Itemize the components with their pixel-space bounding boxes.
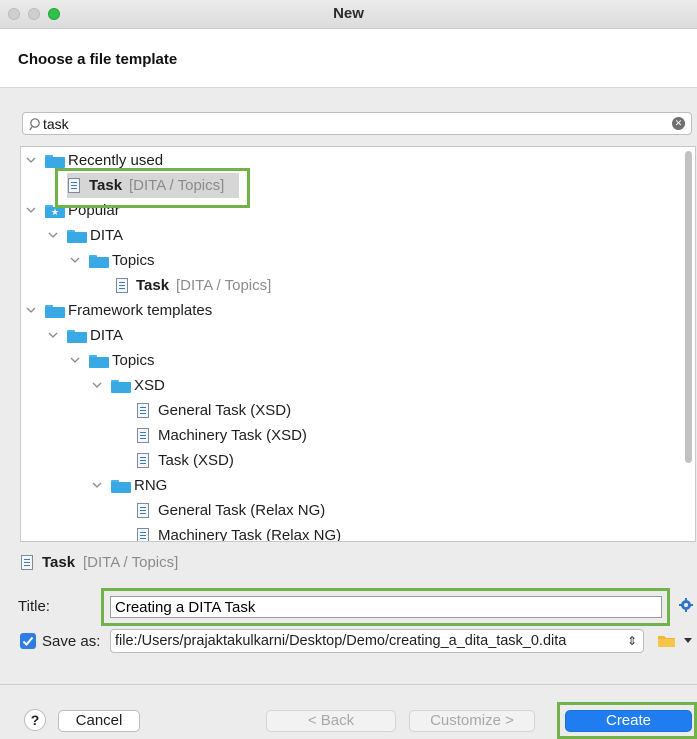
tree-node-xsd[interactable]: XSD [21, 373, 661, 398]
folder-icon [89, 355, 109, 368]
tree-item-name: Task (XSD) [158, 452, 234, 469]
tree-node-label: RNG [134, 477, 168, 494]
folder-icon [89, 255, 109, 268]
tree-item-general-task-rng[interactable]: General Task (Relax NG) [21, 498, 661, 523]
tree-item-name: Machinery Task (XSD) [158, 427, 307, 444]
tree-node-label: DITA [90, 327, 124, 344]
tree-scrollbar[interactable] [685, 151, 692, 463]
search-input[interactable] [43, 114, 663, 133]
save-as-path: file:/Users/prajaktakulkarni/Desktop/Dem… [115, 633, 567, 649]
gear-icon[interactable] [678, 597, 694, 613]
template-file-icon [116, 278, 128, 293]
tree-item-name: Machinery Task (Relax NG) [158, 527, 342, 542]
window-titlebar: New [0, 0, 697, 29]
cancel-button[interactable]: Cancel [58, 710, 140, 732]
chevron-down-icon[interactable] [25, 198, 37, 223]
help-button[interactable]: ? [24, 709, 46, 731]
chevron-down-icon[interactable] [91, 373, 103, 398]
folder-icon [67, 230, 87, 243]
folder-icon [111, 480, 131, 493]
folder-icon [45, 305, 65, 318]
search-icon [29, 118, 40, 131]
tree-node-label: XSD [134, 377, 165, 394]
button-bar-divider [0, 684, 697, 685]
chevron-down-icon[interactable] [47, 223, 59, 248]
template-file-icon [137, 503, 149, 518]
chevron-down-icon[interactable] [69, 248, 81, 273]
dialog-heading: Choose a file template [18, 51, 178, 68]
save-as-label: Save as: [42, 633, 101, 650]
tree-item-name: General Task (Relax NG) [158, 502, 326, 519]
tree-item-machinery-task-rng[interactable]: Machinery Task (Relax NG) [21, 523, 661, 542]
tree-node-label: Framework templates [68, 302, 213, 319]
tree-item-task-popular[interactable]: Task [DITA / Topics] [21, 273, 661, 298]
window-title: New [333, 5, 364, 22]
tree-node-rng[interactable]: RNG [21, 473, 661, 498]
chevron-down-icon[interactable] [25, 298, 37, 323]
tree-item-name: General Task (XSD) [158, 402, 292, 419]
tree-node-framework-topics[interactable]: Topics [21, 348, 661, 373]
tree-node-label: DITA [90, 227, 124, 244]
template-file-icon [21, 555, 33, 570]
tree-item-machinery-task-xsd[interactable]: Machinery Task (XSD) [21, 423, 661, 448]
highlight-box [55, 168, 250, 208]
customize-button[interactable]: Customize > [409, 710, 535, 732]
chevron-down-icon[interactable] [47, 323, 59, 348]
template-file-icon [137, 403, 149, 418]
title-label: Title: [18, 598, 50, 615]
up-down-arrows-icon: ⇕ [626, 634, 637, 648]
tree-node-framework-templates[interactable]: Framework templates [21, 298, 661, 323]
template-file-icon [137, 528, 149, 541]
summary-path: [DITA / Topics] [83, 554, 179, 571]
tree-node-label: Topics [112, 252, 155, 269]
folder-icon [67, 330, 87, 343]
template-file-icon [137, 428, 149, 443]
tree-node-popular-topics[interactable]: Topics [21, 248, 661, 273]
chevron-down-icon[interactable] [684, 638, 692, 644]
template-file-icon [137, 453, 149, 468]
tree-node-label: Topics [112, 352, 155, 369]
folder-icon [111, 380, 131, 393]
checkmark-icon [22, 636, 34, 646]
save-as-path-select[interactable]: file:/Users/prajaktakulkarni/Desktop/Dem… [110, 629, 644, 653]
chevron-down-icon[interactable] [25, 148, 37, 173]
clear-search-icon[interactable]: ✕ [672, 117, 685, 130]
template-search[interactable]: ✕ [22, 112, 692, 135]
chevron-down-icon[interactable] [91, 473, 103, 498]
tree-node-popular-dita[interactable]: DITA [21, 223, 661, 248]
tree-item-path: [DITA / Topics] [176, 277, 272, 294]
open-folder-icon[interactable] [657, 634, 677, 648]
highlight-box [557, 702, 697, 739]
dialog-header: Choose a file template [0, 29, 697, 88]
chevron-down-icon[interactable] [69, 348, 81, 373]
tree-node-framework-dita[interactable]: DITA [21, 323, 661, 348]
highlight-box [101, 588, 670, 626]
save-as-checkbox[interactable] [20, 633, 36, 649]
back-button[interactable]: < Back [266, 710, 396, 732]
tree-item-general-task-xsd[interactable]: General Task (XSD) [21, 398, 661, 423]
tree-item-name: Task [136, 277, 170, 294]
summary-name: Task [42, 554, 76, 571]
folder-icon [45, 155, 65, 168]
tree-item-task-xsd[interactable]: Task (XSD) [21, 448, 661, 473]
